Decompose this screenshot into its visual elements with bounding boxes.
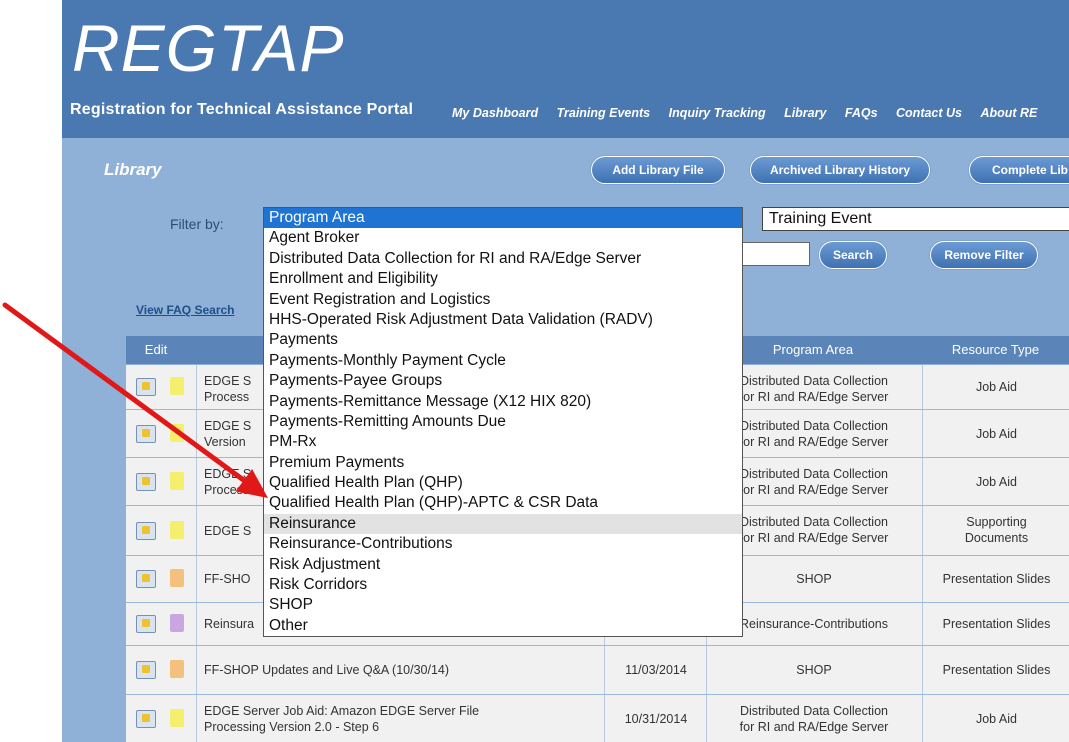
dropdown-option[interactable]: HHS-Operated Risk Adjustment Data Valida… bbox=[264, 310, 742, 330]
app-window: REGTAP Registration for Technical Assist… bbox=[0, 0, 1069, 742]
dropdown-option[interactable]: Payments bbox=[264, 330, 742, 350]
document-icon[interactable] bbox=[170, 521, 184, 539]
resource-type-cell: Presentation Slides bbox=[924, 571, 1069, 587]
type-line-1: Presentation Slides bbox=[942, 617, 1051, 631]
dropdown-option[interactable]: Reinsurance-Contributions bbox=[264, 534, 742, 554]
document-icon[interactable] bbox=[170, 614, 184, 632]
remove-filter-button[interactable]: Remove Filter bbox=[930, 241, 1038, 269]
edit-icon[interactable] bbox=[136, 522, 156, 540]
page-title: Library bbox=[104, 160, 162, 179]
table-row[interactable]: FF-SHOP Updates and Live Q&A (10/30/14) 1… bbox=[126, 646, 1069, 696]
dropdown-option[interactable]: Event Registration and Logistics bbox=[264, 290, 742, 310]
document-icon[interactable] bbox=[170, 660, 184, 678]
document-icon[interactable] bbox=[170, 709, 184, 727]
dropdown-option[interactable]: Enrollment and Eligibility bbox=[264, 269, 742, 289]
program-line-1: Distributed Data Collection bbox=[740, 704, 888, 718]
logo-subtitle: Registration for Technical Assistance Po… bbox=[70, 101, 414, 118]
nav-contact-us[interactable]: Contact Us bbox=[896, 106, 962, 120]
keyword-input[interactable] bbox=[742, 242, 810, 266]
program-line-2: for RI and RA/Edge Server bbox=[739, 720, 889, 734]
type-line-1: Presentation Slides bbox=[942, 663, 1051, 677]
dropdown-option[interactable]: Risk Corridors bbox=[264, 575, 742, 595]
type-line-1: Supporting bbox=[966, 515, 1027, 529]
edit-icon[interactable] bbox=[136, 425, 156, 443]
archived-library-history-button[interactable]: Archived Library History bbox=[750, 156, 930, 184]
dropdown-option[interactable]: PM-Rx bbox=[264, 432, 742, 452]
dropdown-option[interactable]: Risk Adjustment bbox=[264, 555, 742, 575]
dropdown-option[interactable]: Program Area bbox=[264, 208, 742, 229]
document-icon[interactable] bbox=[170, 472, 184, 490]
view-faq-search-link[interactable]: View FAQ Search bbox=[136, 303, 235, 317]
program-line-1: SHOP bbox=[796, 663, 832, 677]
resource-type-cell: Job Aid bbox=[924, 426, 1069, 442]
document-icon[interactable] bbox=[170, 377, 184, 395]
search-button[interactable]: Search bbox=[819, 241, 887, 269]
resource-title[interactable]: EDGE Server Job Aid: Amazon EDGE Server … bbox=[204, 703, 602, 735]
dropdown-option[interactable]: Reinsurance bbox=[264, 513, 742, 535]
regtap-logo[interactable]: REGTAP bbox=[72, 8, 344, 88]
dropdown-option[interactable]: Payments-Remitting Amounts Due bbox=[264, 412, 742, 432]
edit-icon[interactable] bbox=[136, 615, 156, 633]
dropdown-option[interactable]: Payments-Monthly Payment Cycle bbox=[264, 351, 742, 371]
title-line-2: Processing Version 2.0 - Step 6 bbox=[204, 720, 380, 734]
program-area-dropdown[interactable]: Program Area Agent Broker Distributed Data… bbox=[263, 207, 743, 637]
type-line-1: Job Aid bbox=[975, 712, 1017, 726]
type-line-1: Job Aid bbox=[975, 380, 1017, 394]
table-row[interactable]: EDGE Server Job Aid: Amazon EDGE Server … bbox=[126, 695, 1069, 742]
resource-type-cell: Presentation Slides bbox=[924, 662, 1069, 678]
resource-type-cell: Presentation Slides bbox=[924, 616, 1069, 632]
program-area-cell: SHOP bbox=[708, 662, 920, 678]
site-header: REGTAP Registration for Technical Assist… bbox=[62, 0, 1069, 138]
document-icon[interactable] bbox=[170, 424, 184, 442]
nav-about[interactable]: About RE bbox=[980, 106, 1037, 120]
dropdown-option[interactable]: Distributed Data Collection for RI and R… bbox=[264, 249, 742, 269]
add-library-file-button[interactable]: Add Library File bbox=[591, 156, 725, 184]
dropdown-option[interactable]: Qualified Health Plan (QHP)-APTC & CSR D… bbox=[264, 493, 742, 513]
resource-date: 10/31/2014 bbox=[624, 712, 688, 726]
header-resource-type[interactable]: Resource Type bbox=[922, 336, 1069, 364]
nav-training-events[interactable]: Training Events bbox=[557, 106, 651, 120]
nav-faqs[interactable]: FAQs bbox=[845, 106, 878, 120]
type-line-2: Documents bbox=[964, 531, 1029, 545]
resource-title[interactable]: FF-SHOP Updates and Live Q&A (10/30/14) bbox=[204, 662, 602, 678]
type-line-1: Job Aid bbox=[975, 427, 1017, 441]
nav-inquiry-tracking[interactable]: Inquiry Tracking bbox=[669, 106, 766, 120]
type-line-1: Job Aid bbox=[975, 475, 1017, 489]
dropdown-option[interactable]: Payments-Remittance Message (X12 HIX 820… bbox=[264, 392, 742, 412]
dropdown-option[interactable]: Agent Broker bbox=[264, 228, 742, 248]
edit-icon[interactable] bbox=[136, 570, 156, 588]
resource-date: 11/03/2014 bbox=[625, 663, 687, 677]
type-line-1: Presentation Slides bbox=[942, 572, 1051, 586]
title-line-1: FF-SHOP Updates and Live Q&A (10/30/14) bbox=[204, 663, 450, 677]
dropdown-option[interactable]: Qualified Health Plan (QHP) bbox=[264, 473, 742, 493]
nav-library[interactable]: Library bbox=[784, 106, 826, 120]
header-edit[interactable]: Edit bbox=[126, 336, 186, 364]
secondary-filter-select[interactable]: Training Event bbox=[762, 207, 1069, 231]
resource-type-cell: Job Aid bbox=[924, 379, 1069, 395]
dropdown-option[interactable]: Other bbox=[264, 616, 742, 636]
filter-label: Filter by: bbox=[170, 216, 224, 232]
dropdown-option[interactable]: Premium Payments bbox=[264, 453, 742, 473]
resource-type-cell: Job Aid bbox=[924, 711, 1069, 727]
nav-my-dashboard[interactable]: My Dashboard bbox=[452, 106, 538, 120]
main-nav: My Dashboard Training Events Inquiry Tra… bbox=[452, 104, 1051, 122]
program-area-cell: Distributed Data Collection for RI and RA… bbox=[708, 703, 920, 735]
edit-icon[interactable] bbox=[136, 473, 156, 491]
resource-type-cell: Job Aid bbox=[924, 474, 1069, 490]
dropdown-option[interactable]: Payments-Payee Groups bbox=[264, 371, 742, 391]
complete-library-button[interactable]: Complete Lib bbox=[969, 156, 1069, 184]
document-icon[interactable] bbox=[170, 569, 184, 587]
title-line-1: EDGE Server Job Aid: Amazon EDGE Server … bbox=[204, 704, 480, 718]
edit-icon[interactable] bbox=[136, 378, 156, 396]
edit-icon[interactable] bbox=[136, 661, 156, 679]
edit-icon[interactable] bbox=[136, 710, 156, 728]
resource-type-cell: Supporting Documents bbox=[924, 514, 1069, 546]
dropdown-option[interactable]: SHOP bbox=[264, 595, 742, 615]
